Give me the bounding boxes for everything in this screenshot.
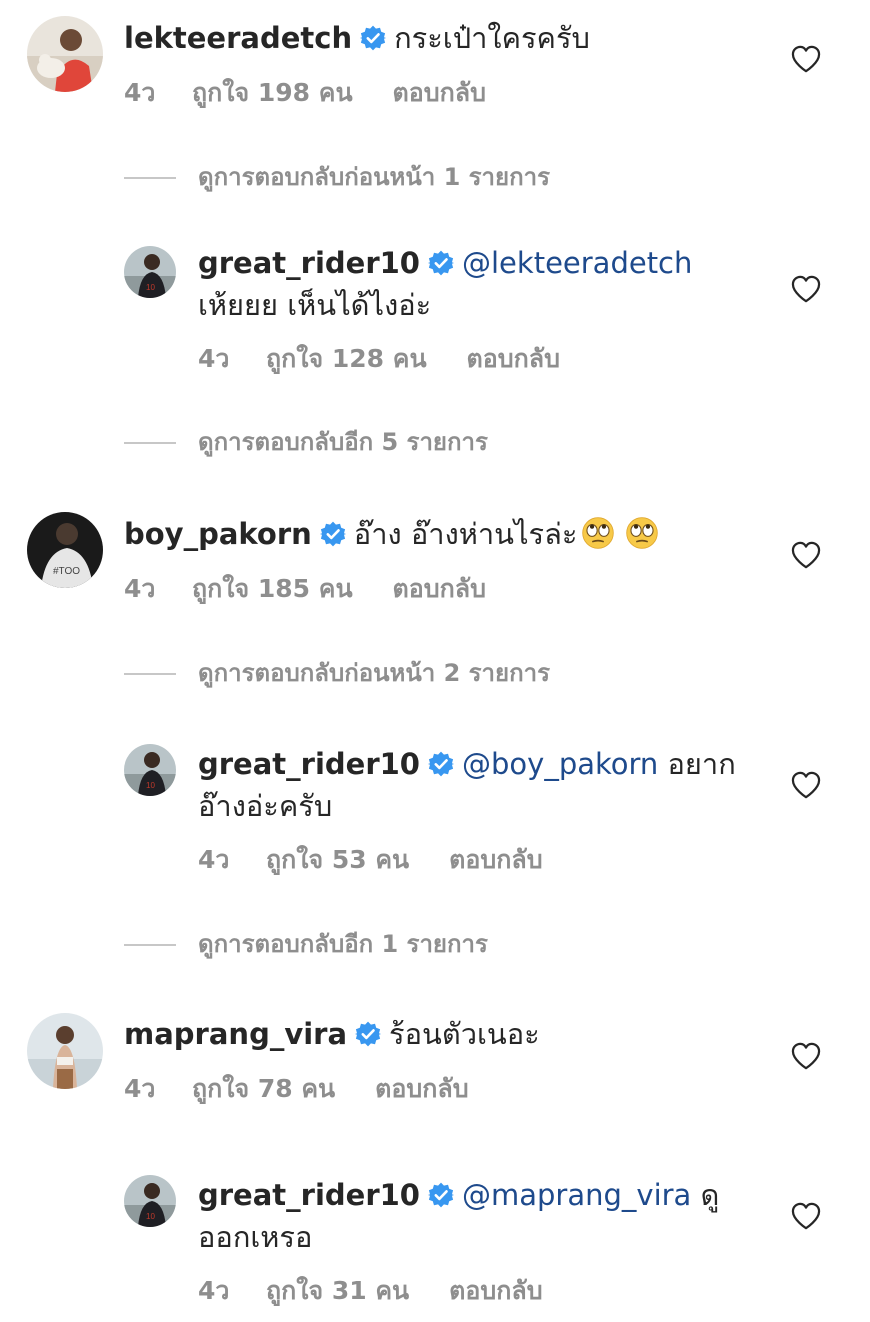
username[interactable]: lekteeradetch bbox=[124, 21, 352, 55]
verified-badge-icon bbox=[320, 521, 346, 547]
comment-text: boy_pakorn อ๊าง อ๊างห่านไรล่ะ bbox=[124, 514, 659, 554]
mention-link[interactable]: @lekteeradetch bbox=[462, 246, 692, 280]
username[interactable]: great_rider10 bbox=[198, 747, 420, 781]
likes-count[interactable]: ถูกใจ 185 คน bbox=[192, 573, 353, 605]
avatar[interactable]: 10 bbox=[124, 1175, 176, 1227]
divider bbox=[124, 442, 176, 444]
heart-icon[interactable] bbox=[791, 771, 821, 799]
svg-text:#TOO: #TOO bbox=[53, 566, 80, 577]
heart-icon[interactable] bbox=[791, 275, 821, 303]
likes-count[interactable]: ถูกใจ 198 คน bbox=[192, 77, 353, 109]
username[interactable]: great_rider10 bbox=[198, 246, 420, 280]
reply-button[interactable]: ตอบกลับ bbox=[393, 573, 486, 605]
divider bbox=[124, 673, 176, 675]
reply-button[interactable]: ตอบกลับ bbox=[467, 343, 560, 375]
comment-body-line2: ออกเหรอ bbox=[198, 1220, 313, 1254]
heart-icon[interactable] bbox=[791, 541, 821, 569]
comment-body-line2: อ๊างอ่ะครับ bbox=[198, 789, 333, 823]
reply-button[interactable]: ตอบกลับ bbox=[449, 844, 542, 876]
timestamp[interactable]: 4ว bbox=[124, 1073, 192, 1105]
comment-body-line2: เห้ยยย เห็นได้ไงอ่ะ bbox=[198, 288, 432, 322]
likes-count[interactable]: ถูกใจ 78 คน bbox=[192, 1073, 335, 1105]
rolling-eyes-emoji-icon bbox=[625, 516, 659, 550]
comment-body: ดู bbox=[691, 1178, 720, 1212]
likes-count[interactable]: ถูกใจ 128 คน bbox=[266, 343, 427, 375]
avatar[interactable]: #TOO bbox=[27, 512, 103, 588]
timestamp[interactable]: 4ว bbox=[124, 77, 192, 109]
reply-button[interactable]: ตอบกลับ bbox=[393, 77, 486, 109]
rolling-eyes-emoji-icon bbox=[581, 516, 615, 550]
divider bbox=[124, 944, 176, 946]
reply-button[interactable]: ตอบกลับ bbox=[449, 1275, 542, 1307]
heart-icon[interactable] bbox=[791, 1042, 821, 1070]
comment-meta: 4ว ถูกใจ 78 คน ตอบกลับ bbox=[124, 1073, 469, 1105]
svg-text:10: 10 bbox=[146, 283, 155, 292]
comment-body: อยาก bbox=[658, 747, 736, 781]
avatar[interactable]: 10 bbox=[124, 246, 176, 298]
comment-body: กระเป๋าใครครับ bbox=[394, 21, 590, 55]
username[interactable]: maprang_vira bbox=[124, 1017, 347, 1051]
comment-text: great_rider10 @boy_pakorn อยาก bbox=[198, 744, 736, 784]
mention-link[interactable]: @boy_pakorn bbox=[462, 747, 658, 781]
heart-icon[interactable] bbox=[791, 1202, 821, 1230]
timestamp[interactable]: 4ว bbox=[124, 573, 192, 605]
comment-meta: 4ว ถูกใจ 198 คน ตอบกลับ bbox=[124, 77, 486, 109]
avatar[interactable]: 10 bbox=[124, 744, 176, 796]
view-replies-button[interactable]: ดูการตอบกลับอีก 1 รายการ bbox=[198, 928, 488, 960]
verified-badge-icon bbox=[355, 1021, 381, 1047]
comment-text: lekteeradetch กระเป๋าใครครับ bbox=[124, 18, 590, 58]
verified-badge-icon bbox=[360, 25, 386, 51]
timestamp[interactable]: 4ว bbox=[198, 1275, 266, 1307]
mention-link[interactable]: @maprang_vira bbox=[462, 1178, 691, 1212]
view-replies-button[interactable]: ดูการตอบกลับก่อนหน้า 2 รายการ bbox=[198, 657, 550, 689]
avatar[interactable] bbox=[27, 1013, 103, 1089]
comment-text: great_rider10 @lekteeradetch bbox=[198, 243, 692, 283]
comment-meta: 4ว ถูกใจ 128 คน ตอบกลับ bbox=[198, 343, 560, 375]
comment-meta: 4ว ถูกใจ 185 คน ตอบกลับ bbox=[124, 573, 486, 605]
comment-text: maprang_vira ร้อนตัวเนอะ bbox=[124, 1014, 540, 1054]
reply-button[interactable]: ตอบกลับ bbox=[375, 1073, 468, 1105]
verified-badge-icon bbox=[428, 751, 454, 777]
divider bbox=[124, 177, 176, 179]
comment-body: ร้อนตัวเนอะ bbox=[389, 1017, 540, 1051]
comment-meta: 4ว ถูกใจ 31 คน ตอบกลับ bbox=[198, 1275, 543, 1307]
timestamp[interactable]: 4ว bbox=[198, 343, 266, 375]
heart-icon[interactable] bbox=[791, 45, 821, 73]
svg-text:10: 10 bbox=[146, 781, 155, 790]
svg-text:10: 10 bbox=[146, 1212, 155, 1221]
likes-count[interactable]: ถูกใจ 31 คน bbox=[266, 1275, 409, 1307]
verified-badge-icon bbox=[428, 1182, 454, 1208]
avatar[interactable] bbox=[27, 16, 103, 92]
username[interactable]: boy_pakorn bbox=[124, 517, 312, 551]
comment-body: อ๊าง อ๊างห่านไรล่ะ bbox=[353, 517, 578, 551]
comment-meta: 4ว ถูกใจ 53 คน ตอบกลับ bbox=[198, 844, 543, 876]
verified-badge-icon bbox=[428, 250, 454, 276]
username[interactable]: great_rider10 bbox=[198, 1178, 420, 1212]
timestamp[interactable]: 4ว bbox=[198, 844, 266, 876]
view-replies-button[interactable]: ดูการตอบกลับอีก 5 รายการ bbox=[198, 426, 488, 458]
comment-text: great_rider10 @maprang_vira ดู bbox=[198, 1175, 719, 1215]
view-replies-button[interactable]: ดูการตอบกลับก่อนหน้า 1 รายการ bbox=[198, 161, 550, 193]
likes-count[interactable]: ถูกใจ 53 คน bbox=[266, 844, 409, 876]
